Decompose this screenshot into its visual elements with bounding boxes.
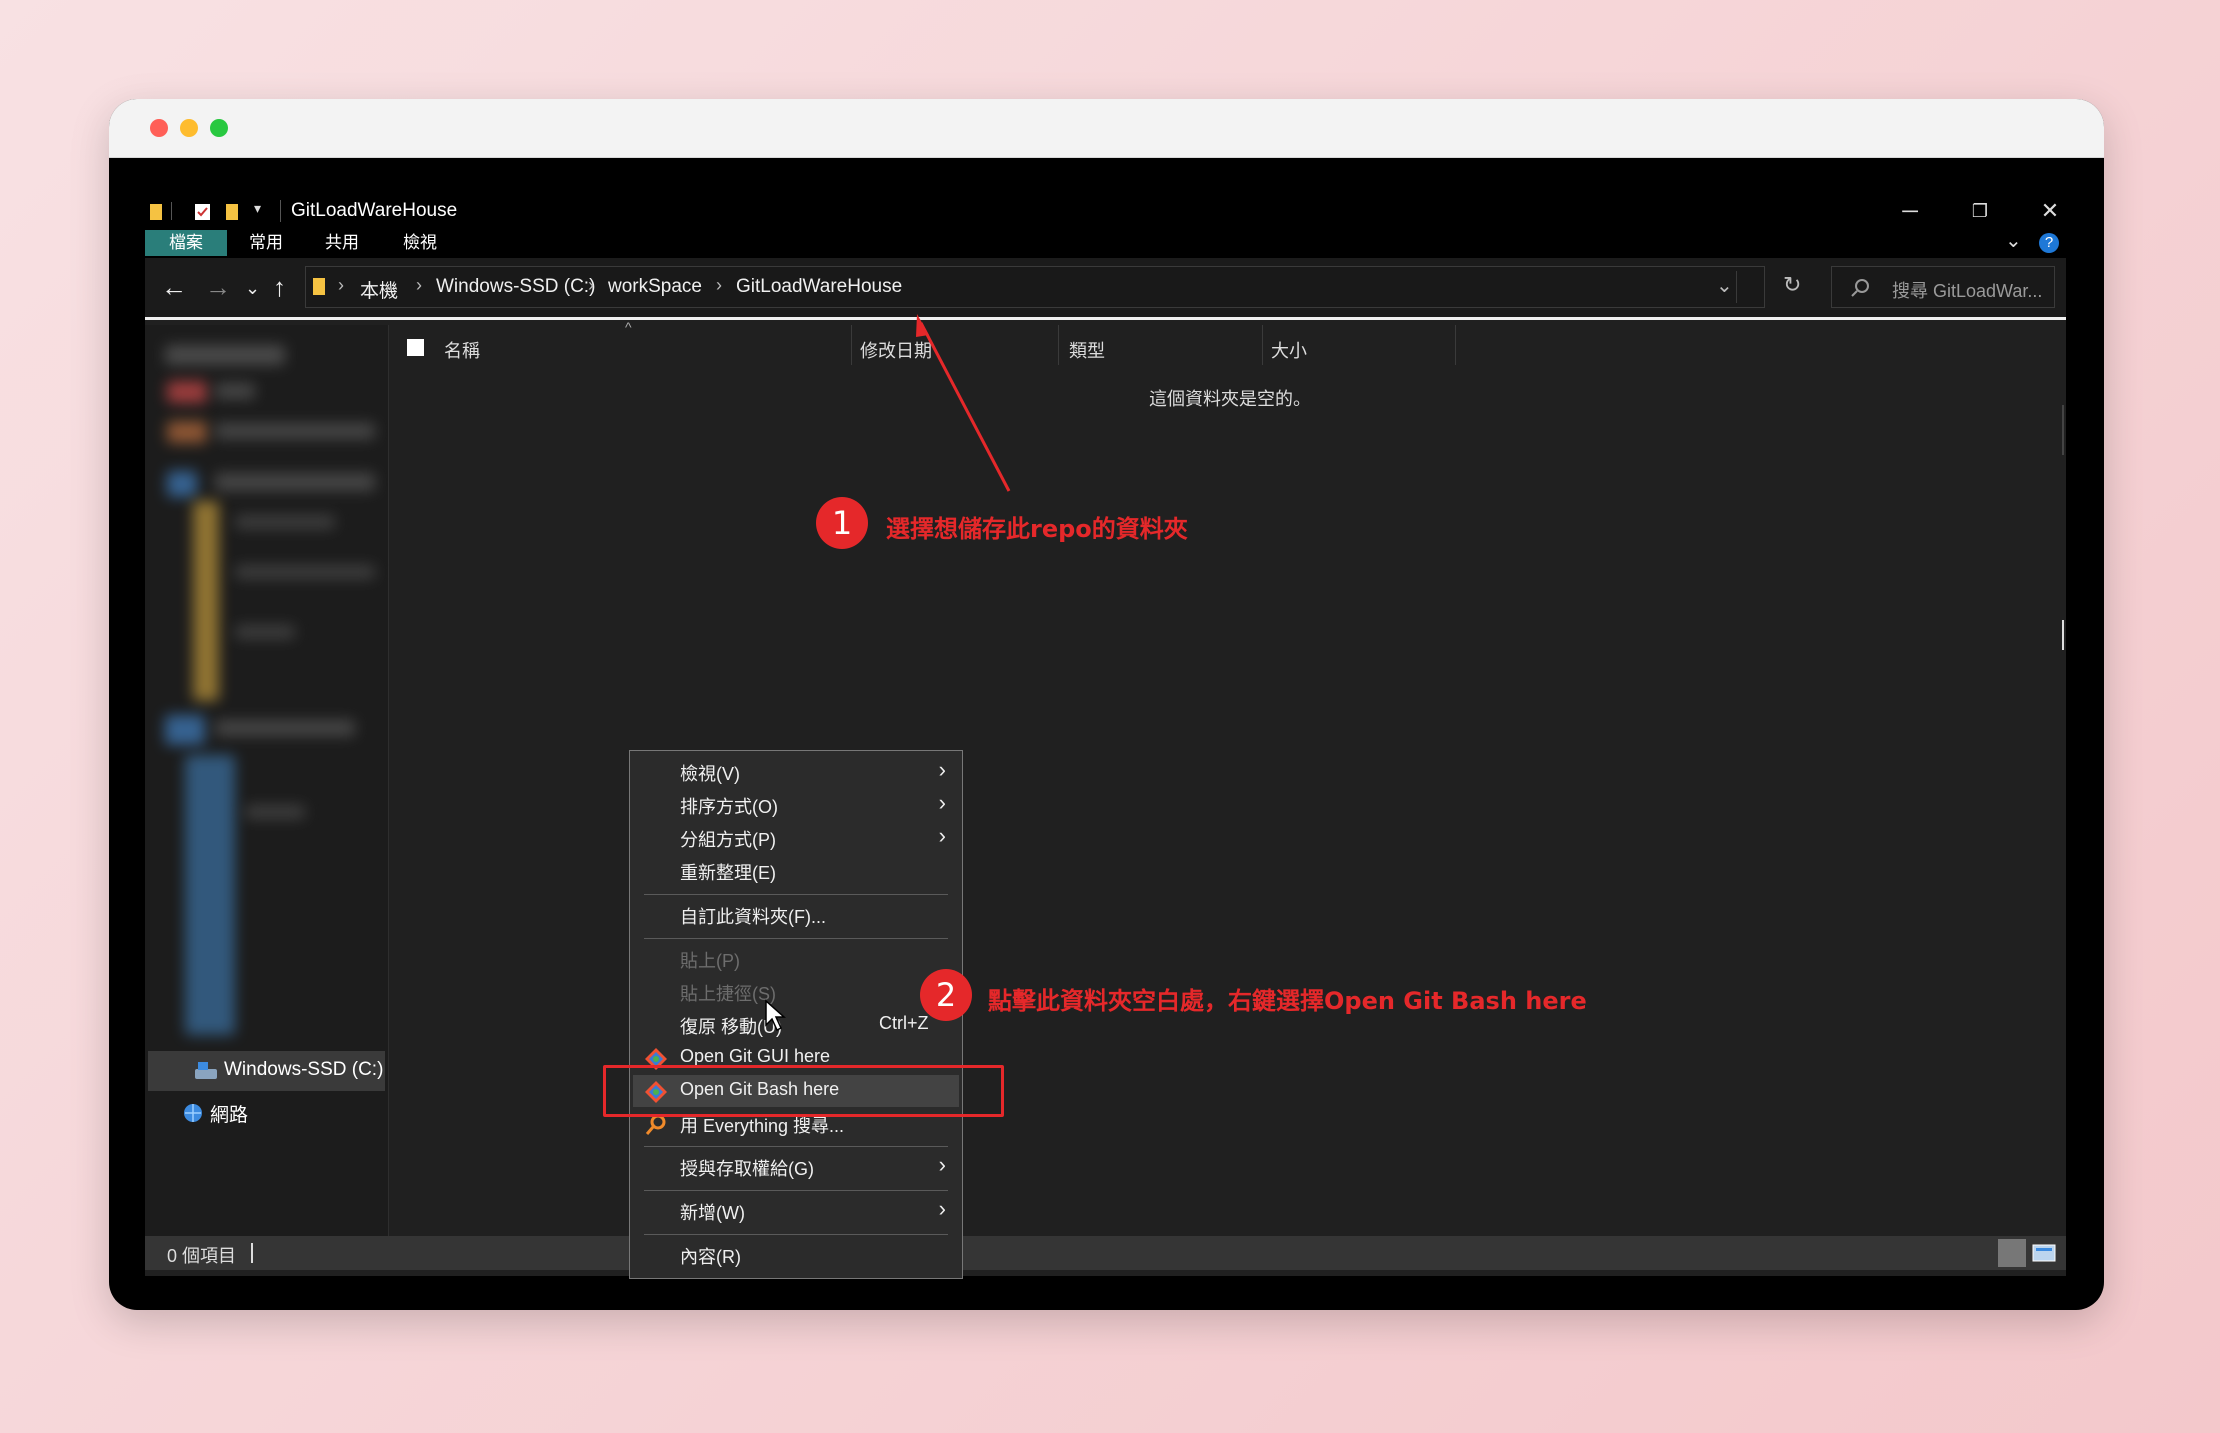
annotation-arrow [916,314,1011,492]
step-2-text: 點擊此資料夾空白處，右鍵選擇Open Git Bash here [988,987,1587,1015]
mac-window: ▾ GitLoadWareHouse ─ ❐ ✕ 檔案 常用 共用 檢視 ⌄ ?… [109,99,2104,1310]
step-1-text: 選擇想儲存此repo的資料夾 [886,515,1188,543]
highlight-box-git-bash [603,1065,1004,1117]
step-1-badge: 1 [816,497,868,549]
step-2-badge: 2 [920,969,972,1021]
